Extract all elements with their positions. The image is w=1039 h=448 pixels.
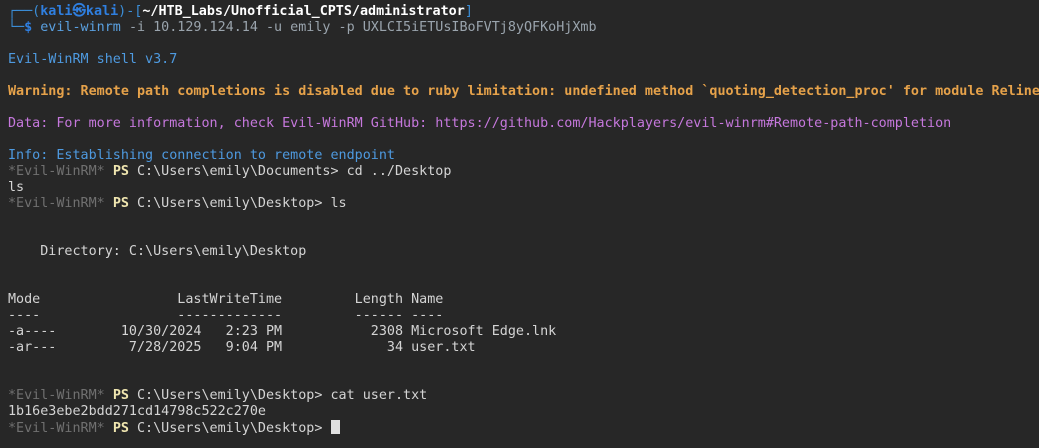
prompt-header: ┌──(kali㉿kali)-[~/HTB_Labs/Unofficial_CP… [8,4,473,19]
ps-prompt: *Evil-WinRM* PS C:\Users\emily\Documents… [8,164,452,179]
flag-output: 1b16e3ebe2bdd271cd14798c522c270e [8,404,266,419]
ps-prompt: *Evil-WinRM* PS C:\Users\emily\Desktop> … [8,196,347,211]
warning-message: Warning: Remote path completions is disa… [8,84,1039,99]
table-row: -a---- 10/30/2024 2:23 PM 2308 Microsoft… [8,324,557,339]
ps-prompt: *Evil-WinRM* PS C:\Users\emily\Desktop> … [8,388,428,403]
data-message: Data: For more information, check Evil-W… [8,116,952,131]
stray-output: ls [8,180,25,195]
info-message: Info: Establishing connection to remote … [8,148,395,163]
table-underline: ---- ------------- ------ ---- [8,308,444,323]
prompt-cwd: ~/HTB_Labs/Unofficial_CPTS/administrator [142,4,465,19]
terminal[interactable]: ┌──(kali㉿kali)-[~/HTB_Labs/Unofficial_CP… [8,4,1039,436]
table-header: Mode LastWriteTime Length Name [8,292,444,307]
ps-prompt-active[interactable]: *Evil-WinRM* PS C:\Users\emily\Desktop> [8,420,1039,436]
table-row: -ar--- 7/28/2025 9:04 PM 34 user.txt [8,340,476,355]
command-line: └─$ evil-winrm -i 10.129.124.14 -u emily… [8,20,597,35]
cursor [330,420,340,434]
directory-label: Directory: C:\Users\emily\Desktop [8,244,307,259]
banner: Evil-WinRM shell v3.7 [8,52,178,67]
